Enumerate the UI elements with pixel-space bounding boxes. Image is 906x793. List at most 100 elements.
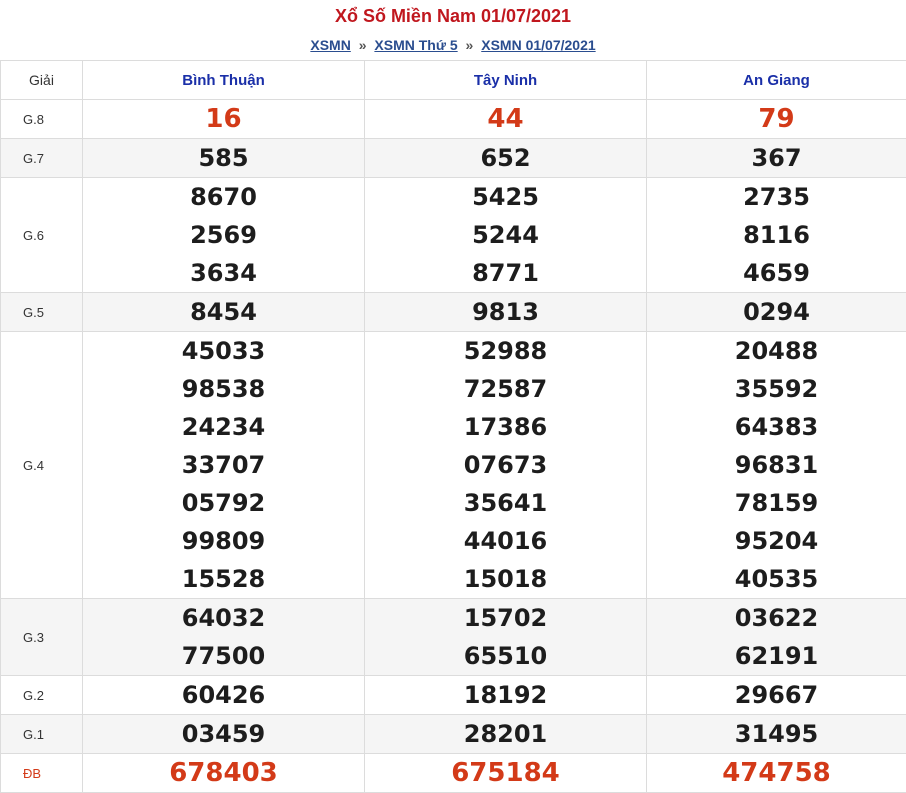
prize-row: G.7585652367 — [1, 139, 906, 178]
prize-number: 33707 — [83, 446, 364, 484]
header-province[interactable]: An Giang — [647, 61, 906, 100]
prize-cell: 867025693634 — [83, 178, 365, 293]
prize-cell: 0362262191 — [647, 599, 906, 676]
prize-label: G.7 — [1, 139, 83, 178]
prize-cell: 1570265510 — [365, 599, 647, 676]
breadcrumb-separator: » — [359, 37, 367, 53]
prize-number: 367 — [647, 139, 906, 177]
prize-row: G.3640327750015702655100362262191 — [1, 599, 906, 676]
prize-row: G.6867025693634542552448771273581164659 — [1, 178, 906, 293]
prize-cell: 9813 — [365, 293, 647, 332]
prize-cell: 79 — [647, 100, 906, 139]
prize-cell: 03459 — [83, 715, 365, 754]
prize-row: G.8164479 — [1, 100, 906, 139]
prize-row: ĐB678403675184474758 — [1, 754, 906, 793]
prize-cell: 0294 — [647, 293, 906, 332]
prize-cell: 6403277500 — [83, 599, 365, 676]
prize-number: 44 — [365, 100, 646, 138]
header-giai: Giải — [1, 61, 83, 100]
prize-number: 24234 — [83, 408, 364, 446]
prize-cell: 29667 — [647, 676, 906, 715]
prize-number: 28201 — [365, 715, 646, 753]
prize-number: 79 — [647, 100, 906, 138]
table-header-row: Giải Bình Thuận Tây Ninh An Giang — [1, 61, 906, 100]
prize-number: 77500 — [83, 637, 364, 675]
prize-number: 60426 — [83, 676, 364, 714]
prize-number: 03622 — [647, 599, 906, 637]
prize-label: G.5 — [1, 293, 83, 332]
prize-cell: 675184 — [365, 754, 647, 793]
prize-number: 35592 — [647, 370, 906, 408]
prize-cell: 16 — [83, 100, 365, 139]
prize-number: 17386 — [365, 408, 646, 446]
prize-number: 15702 — [365, 599, 646, 637]
prize-number: 4659 — [647, 254, 906, 292]
prize-label: G.8 — [1, 100, 83, 139]
prize-cell: 8454 — [83, 293, 365, 332]
prize-row: G.44503398538242343370705792998091552852… — [1, 332, 906, 599]
prize-number: 9813 — [365, 293, 646, 331]
prize-number: 8454 — [83, 293, 364, 331]
prize-number: 16 — [83, 100, 364, 138]
prize-number: 5425 — [365, 178, 646, 216]
prize-cell: 585 — [83, 139, 365, 178]
prize-label: G.4 — [1, 332, 83, 599]
prize-label: G.1 — [1, 715, 83, 754]
prize-cell: 45033985382423433707057929980915528 — [83, 332, 365, 599]
prize-number: 07673 — [365, 446, 646, 484]
prize-row: G.5845498130294 — [1, 293, 906, 332]
prize-label: G.6 — [1, 178, 83, 293]
prize-cell: 44 — [365, 100, 647, 139]
prize-number: 2735 — [647, 178, 906, 216]
prize-number: 678403 — [83, 754, 364, 792]
prize-row: G.2604261819229667 — [1, 676, 906, 715]
prize-number: 95204 — [647, 522, 906, 560]
results-body: G.8164479G.7585652367G.68670256936345425… — [1, 100, 906, 793]
prize-number: 99809 — [83, 522, 364, 560]
prize-cell: 273581164659 — [647, 178, 906, 293]
prize-number: 18192 — [365, 676, 646, 714]
prize-number: 45033 — [83, 332, 364, 370]
prize-number: 05792 — [83, 484, 364, 522]
prize-label: G.2 — [1, 676, 83, 715]
prize-number: 64383 — [647, 408, 906, 446]
page-title: Xổ Số Miền Nam 01/07/2021 — [0, 0, 906, 32]
breadcrumb-link-xsmn[interactable]: XSMN — [310, 37, 350, 53]
prize-number: 31495 — [647, 715, 906, 753]
prize-number: 15018 — [365, 560, 646, 598]
results-table: Giải Bình Thuận Tây Ninh An Giang G.8164… — [0, 60, 906, 793]
prize-cell: 60426 — [83, 676, 365, 715]
prize-number: 40535 — [647, 560, 906, 598]
prize-number: 78159 — [647, 484, 906, 522]
prize-number: 72587 — [365, 370, 646, 408]
prize-number: 675184 — [365, 754, 646, 792]
prize-cell: 367 — [647, 139, 906, 178]
header-province[interactable]: Tây Ninh — [365, 61, 647, 100]
prize-number: 0294 — [647, 293, 906, 331]
prize-number: 8771 — [365, 254, 646, 292]
prize-number: 20488 — [647, 332, 906, 370]
prize-cell: 542552448771 — [365, 178, 647, 293]
breadcrumb-separator: » — [466, 37, 474, 53]
prize-cell: 28201 — [365, 715, 647, 754]
header-province[interactable]: Bình Thuận — [83, 61, 365, 100]
prize-label: ĐB — [1, 754, 83, 793]
prize-cell: 474758 — [647, 754, 906, 793]
prize-number: 15528 — [83, 560, 364, 598]
prize-number: 65510 — [365, 637, 646, 675]
prize-number: 8116 — [647, 216, 906, 254]
prize-number: 98538 — [83, 370, 364, 408]
prize-row: G.1034592820131495 — [1, 715, 906, 754]
breadcrumb-link-xsmn-thu-5[interactable]: XSMN Thứ 5 — [374, 37, 457, 53]
prize-cell: 678403 — [83, 754, 365, 793]
prize-label: G.3 — [1, 599, 83, 676]
prize-number: 64032 — [83, 599, 364, 637]
prize-number: 8670 — [83, 178, 364, 216]
prize-number: 5244 — [365, 216, 646, 254]
prize-cell: 31495 — [647, 715, 906, 754]
prize-number: 52988 — [365, 332, 646, 370]
prize-number: 2569 — [83, 216, 364, 254]
prize-number: 585 — [83, 139, 364, 177]
breadcrumb-link-xsmn-date[interactable]: XSMN 01/07/2021 — [481, 37, 595, 53]
prize-number: 96831 — [647, 446, 906, 484]
